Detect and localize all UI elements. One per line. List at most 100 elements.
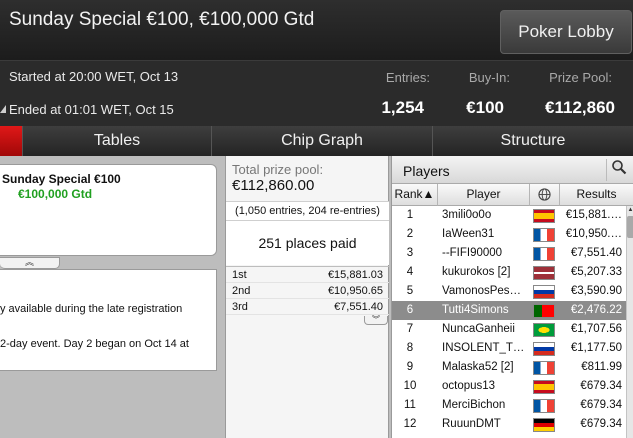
player-row[interactable]: 11 MerciBichon €679.34 xyxy=(392,396,626,415)
buyin-value: €100 xyxy=(466,98,504,117)
globe-icon xyxy=(538,188,551,201)
buyin-label: Buy-In: xyxy=(468,70,510,85)
player-row[interactable]: 6 Tutti4Simons €2,476.22 xyxy=(392,301,626,320)
country-flag-icon xyxy=(533,304,555,318)
search-icon[interactable] xyxy=(606,159,630,181)
end-time: Ended at 01:01 WET, Oct 15 xyxy=(9,102,174,117)
player-row[interactable]: 8 INSOLENT_T… €1,177.50 xyxy=(392,339,626,358)
country-flag-icon xyxy=(533,285,555,299)
tab-bar: Tables Chip Graph Structure xyxy=(0,126,633,156)
player-name: kukurokos [2] xyxy=(442,266,511,278)
tab-tables[interactable]: Tables xyxy=(22,126,211,156)
player-name: MerciBichon xyxy=(442,399,506,411)
player-result: €3,590.90 xyxy=(570,285,622,297)
player-result: €679.34 xyxy=(580,418,622,430)
country-flag-icon xyxy=(533,209,555,223)
poker-lobby-button[interactable]: Poker Lobby xyxy=(500,10,632,54)
player-row[interactable]: 3 --FIFI90000 €7,551.40 xyxy=(392,244,626,263)
player-name: Malaska52 [2] xyxy=(442,361,514,373)
player-row[interactable]: 2 IaWeen31 €10,950.… xyxy=(392,225,626,244)
player-rank: 9 xyxy=(406,361,414,373)
payout-place: 1st xyxy=(232,269,247,281)
start-time: Started at 20:00 WET, Oct 13 xyxy=(9,69,179,84)
tournament-info-bar: Started at 20:00 WET, Oct 13 Ended at 01… xyxy=(0,60,633,126)
player-rank: 4 xyxy=(406,266,414,278)
magnifier-icon xyxy=(611,160,626,175)
entries-value: 1,254 xyxy=(381,98,424,117)
tournament-description: y available during the late registration… xyxy=(0,269,217,371)
player-rank: 7 xyxy=(406,323,414,335)
payout-amount: €7,551.40 xyxy=(334,301,383,313)
player-row[interactable]: 10 octopus13 €679.34 xyxy=(392,377,626,396)
tournament-lobby-window: Sunday Special €100, €100,000 Gtd Poker … xyxy=(0,0,633,438)
column-rank[interactable]: Rank▲ xyxy=(392,184,438,206)
player-row[interactable]: 7 NuncaGanheii €1,707.56 xyxy=(392,320,626,339)
player-rank: 10 xyxy=(403,380,417,392)
country-flag-icon xyxy=(533,380,555,394)
tournament-card: Sunday Special €100 €100,000 Gtd ︽ xyxy=(0,164,217,269)
player-rank: 11 xyxy=(404,399,416,411)
tab-structure[interactable]: Structure xyxy=(432,126,633,156)
payout-place: 2nd xyxy=(232,285,251,297)
player-rank: 5 xyxy=(406,285,414,297)
player-name: Tutti4Simons xyxy=(442,304,509,316)
country-flag-icon xyxy=(533,361,555,375)
column-results[interactable]: Results xyxy=(560,184,633,206)
player-row[interactable]: 1 3mili0o0o €15,881.… xyxy=(392,206,626,225)
player-result: €1,177.50 xyxy=(570,342,622,354)
players-list: 1 3mili0o0o €15,881.… 2 IaWeen31 €10,950.… 3 --… xyxy=(392,206,626,434)
title-bar: Sunday Special €100, €100,000 Gtd Poker … xyxy=(0,0,633,60)
double-chevron-up-icon[interactable]: ︽ xyxy=(0,257,60,269)
total-prize-label: Total prize pool: xyxy=(232,162,324,177)
player-result: €7,551.40 xyxy=(570,247,622,259)
players-panel: Players Rank▲ Player Results 1 3mili0o0o… xyxy=(391,156,633,438)
country-flag-icon xyxy=(533,418,555,432)
player-result: €2,476.22 xyxy=(570,304,622,316)
tournament-title: Sunday Special €100, €100,000 Gtd xyxy=(9,9,315,30)
player-result: €5,207.33 xyxy=(570,266,622,278)
player-result: €679.34 xyxy=(580,399,622,411)
double-chevron-down-icon[interactable]: ︾ xyxy=(364,316,388,325)
main-content: Sunday Special €100 €100,000 Gtd ︽ y ava… xyxy=(0,156,633,438)
player-name: INSOLENT_T… xyxy=(442,342,525,354)
column-country[interactable] xyxy=(530,184,560,206)
payout-row: 1st €15,881.03 xyxy=(226,267,389,283)
player-rank: 6 xyxy=(406,304,414,316)
player-row[interactable]: 9 Malaska52 [2] €811.99 xyxy=(392,358,626,377)
description-line: 2-day event. Day 2 began on Oct 14 at xyxy=(0,338,189,350)
total-prize-value: €112,860.00 xyxy=(232,177,315,194)
player-row[interactable]: 5 VamonosPes… €3,590.90 xyxy=(392,282,626,301)
prize-pool-value: €112,860 xyxy=(545,98,615,117)
scroll-up-icon[interactable]: ▲ xyxy=(627,206,633,215)
players-title: Players xyxy=(403,163,450,179)
entries-label: Entries: xyxy=(385,70,430,85)
country-flag-icon xyxy=(533,342,555,356)
scroll-thumb[interactable] xyxy=(627,216,633,238)
players-scrollbar[interactable]: ▲ xyxy=(626,206,633,438)
player-result: €679.34 xyxy=(580,380,622,392)
player-result: €1,707.56 xyxy=(570,323,622,335)
places-paid: 251 places paid xyxy=(226,221,389,265)
player-rank: 12 xyxy=(403,418,417,430)
player-name: 3mili0o0o xyxy=(442,209,492,221)
payout-amount: €15,881.03 xyxy=(327,269,383,281)
player-result: €15,881.… xyxy=(565,209,622,221)
player-name: VamonosPes… xyxy=(442,285,522,297)
payout-table: 1st €15,881.03 2nd €10,950.65 3rd €7,551… xyxy=(226,266,389,315)
player-name: octopus13 xyxy=(442,380,496,392)
payout-row: 2nd €10,950.65 xyxy=(226,283,389,299)
tab-chip-graph[interactable]: Chip Graph xyxy=(211,126,432,156)
country-flag-icon xyxy=(533,399,555,413)
tab-info[interactable] xyxy=(0,126,22,156)
description-line: y available during the late registration xyxy=(0,303,183,315)
card-guarantee: €100,000 Gtd xyxy=(18,187,93,201)
player-row[interactable]: 12 RuuunDMT €679.34 xyxy=(392,415,626,434)
player-rank: 2 xyxy=(406,228,414,240)
card-title: Sunday Special €100 xyxy=(2,172,121,186)
players-header: Players xyxy=(392,156,633,184)
payout-place: 3rd xyxy=(232,301,248,313)
country-flag-icon xyxy=(533,323,555,337)
prize-pool-panel: Total prize pool: €112,860.00 (1,050 ent… xyxy=(225,156,389,438)
column-player[interactable]: Player xyxy=(438,184,530,206)
player-row[interactable]: 4 kukurokos [2] €5,207.33 xyxy=(392,263,626,282)
